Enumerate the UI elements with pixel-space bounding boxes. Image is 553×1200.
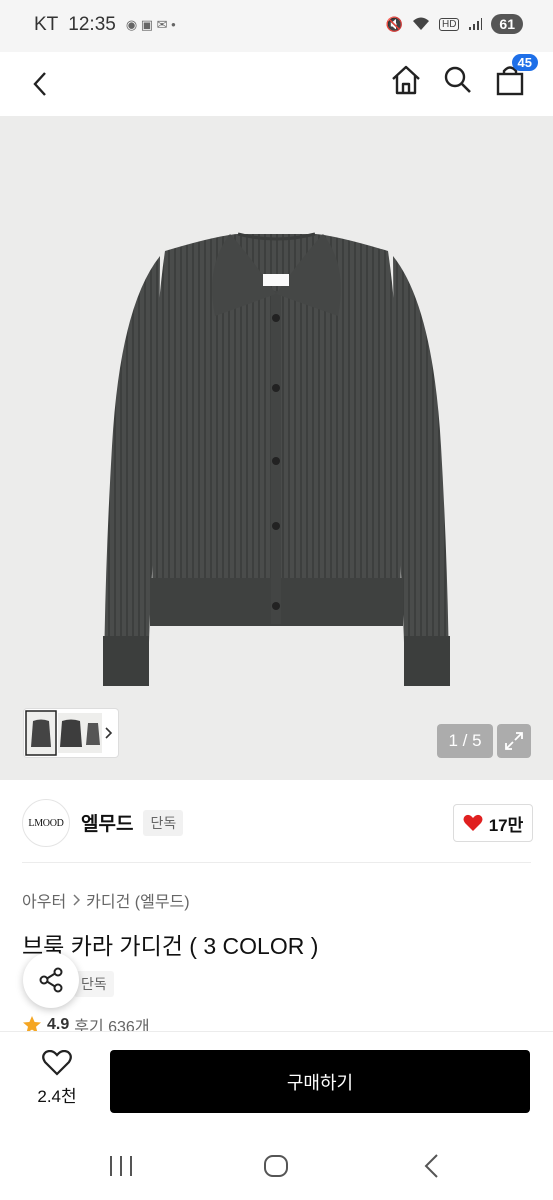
breadcrumb-outer[interactable]: 아우터	[22, 888, 66, 912]
brand-logo[interactable]: LMOOD	[22, 799, 70, 847]
brand-name-row[interactable]: 엘무드 단독	[81, 809, 184, 836]
wifi-icon	[412, 17, 429, 30]
expand-button[interactable]	[497, 724, 531, 758]
recent-apps-icon	[110, 1156, 132, 1176]
divider	[22, 862, 531, 863]
product-image[interactable]	[0, 116, 553, 780]
breadcrumb-category[interactable]: 카디건 (엘무드)	[86, 888, 189, 912]
recent-apps-button[interactable]	[108, 1155, 134, 1182]
heart-filled-icon	[463, 814, 483, 831]
thumbnail-images	[25, 710, 113, 756]
signal-icon	[469, 18, 483, 30]
cart-button[interactable]: 45	[490, 54, 538, 100]
cardigan-image	[103, 232, 450, 686]
expand-icon	[505, 732, 523, 750]
buy-button[interactable]: 구매하기	[110, 1050, 530, 1113]
product-exclusive-badge: 단독	[74, 971, 114, 997]
exclusive-badge: 단독	[143, 809, 184, 836]
mute-icon: 🔇	[385, 15, 403, 32]
breadcrumb: 아우터 카디건 (엘무드)	[22, 888, 190, 912]
brand-name[interactable]: 엘무드	[81, 809, 133, 836]
search-icon	[444, 66, 471, 93]
top-nav: 45	[0, 52, 553, 116]
battery-indicator: 61	[491, 14, 523, 34]
brand-like-button[interactable]: 17만	[453, 804, 533, 842]
carrier-label: KT	[34, 14, 59, 35]
home-icon	[392, 65, 420, 95]
back-button[interactable]	[20, 64, 60, 104]
back-nav-button[interactable]	[422, 1153, 440, 1184]
back-nav-icon	[424, 1154, 438, 1178]
chevron-right-icon	[73, 894, 81, 906]
time-label: 12:35	[68, 14, 116, 35]
status-right: 🔇 HD 61	[386, 14, 523, 34]
heart-outline-icon	[42, 1050, 72, 1076]
status-bar: KT 12:35 ◉ ▣ ✉ • 🔇 HD 61	[0, 0, 553, 52]
notification-icons: ◉ ▣ ✉ •	[125, 17, 176, 32]
home-circle-icon	[264, 1155, 288, 1177]
wishlist-button[interactable]: 2.4천	[24, 1050, 90, 1112]
wish-count: 2.4천	[37, 1087, 77, 1106]
hd-icon: HD	[438, 17, 460, 31]
search-button[interactable]	[438, 60, 478, 100]
share-button[interactable]	[23, 952, 79, 1008]
chevron-left-icon	[33, 72, 46, 96]
cart-count-badge: 45	[511, 54, 538, 71]
share-icon	[39, 967, 63, 993]
like-count: 17만	[488, 815, 524, 835]
status-left: KT 12:35 ◉ ▣ ✉ •	[34, 14, 176, 36]
system-nav-bar	[0, 1127, 553, 1200]
thumbnail-strip[interactable]	[24, 709, 118, 757]
image-counter: 1 / 5	[437, 724, 493, 758]
home-button[interactable]	[386, 60, 426, 100]
brand-logo-text: LMOOD	[28, 817, 64, 829]
home-nav-button[interactable]	[263, 1154, 289, 1183]
